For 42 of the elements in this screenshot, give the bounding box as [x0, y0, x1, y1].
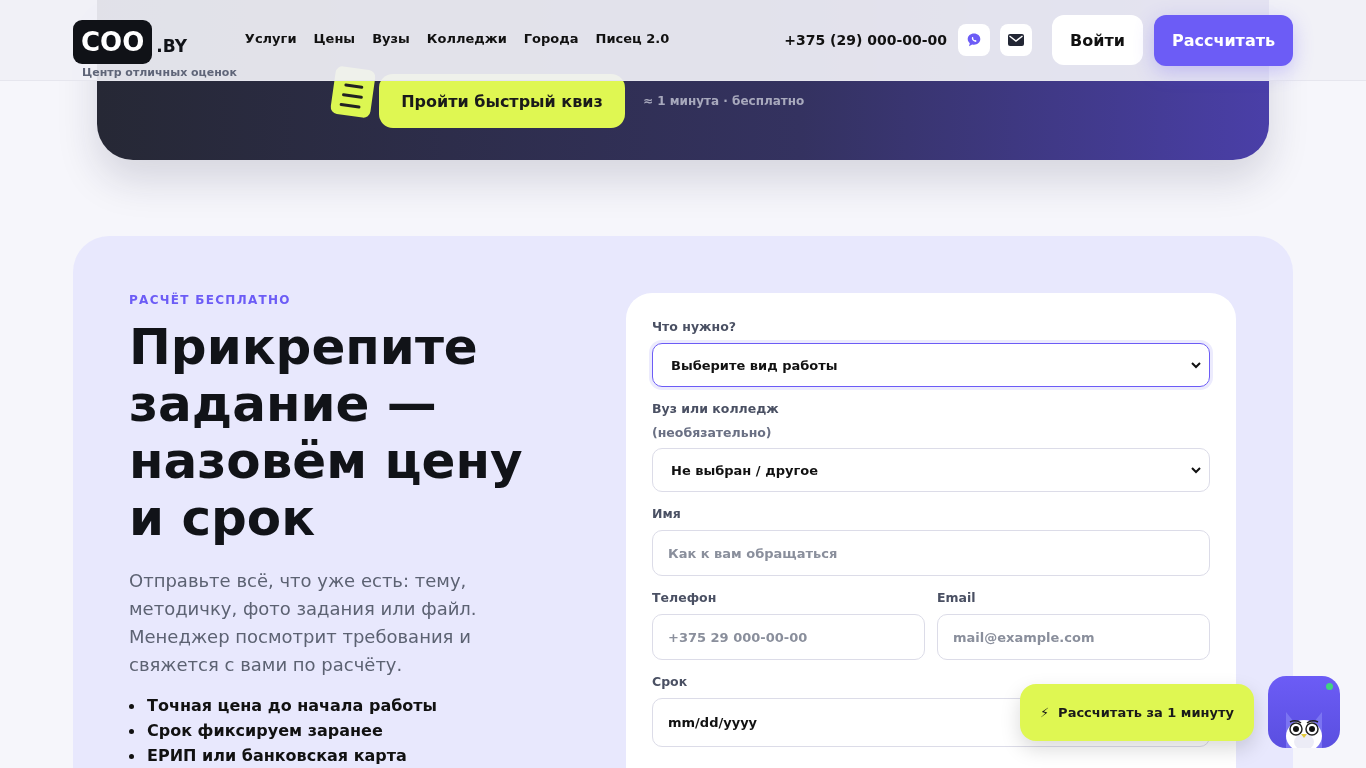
online-dot — [1326, 683, 1333, 690]
nav-link[interactable]: Писец 2.0 — [595, 30, 670, 46]
nav-link[interactable]: Вузы — [372, 30, 410, 46]
logo-tagline: Центр отличных оценок — [82, 65, 237, 79]
chat-bubble-icon — [966, 32, 982, 48]
logo-suffix: .BY — [156, 35, 188, 56]
envelope-icon — [1008, 34, 1024, 46]
field-label: Телефон — [652, 590, 717, 605]
calculate-button[interactable]: Рассчитать — [1154, 14, 1293, 66]
benefit-item: ЕРИП или банковская карта — [147, 745, 407, 767]
input-field[interactable]: Как к вам обращаться — [652, 530, 1210, 576]
field-label: Вуз или колледж — [652, 401, 779, 416]
chevron-down-icon — [1191, 466, 1201, 474]
field-label: Email — [937, 590, 976, 605]
section-title: Прикрепите задание — назовём цену и срок — [129, 319, 524, 547]
bullet-dot — [129, 703, 134, 709]
contact-button[interactable] — [1000, 24, 1032, 56]
logo-mark[interactable]: COO — [73, 19, 153, 64]
benefit-item: Точная цена до начала работы — [147, 695, 438, 717]
bullet-dot — [129, 753, 134, 759]
field-hint: (необязательно) — [652, 425, 772, 440]
chat-bot-button[interactable] — [1268, 676, 1340, 748]
field-label: Срок — [652, 674, 688, 689]
section-text: Отправьте всё, что уже есть: тему, методичку, фото задания или файл. Менеджер посмотрит требования и свяжется с вами по расчёту. — [129, 569, 478, 677]
quick-calc-toast[interactable]: ⚡ Рассчитать за 1 минуту — [1020, 684, 1254, 741]
field-label: Имя — [652, 506, 681, 521]
input-field[interactable]: mail@example.com — [937, 614, 1210, 660]
bullet-dot — [129, 728, 134, 734]
nav-link[interactable]: Цены — [313, 30, 356, 46]
select-field[interactable]: Выберите вид работы — [652, 343, 1210, 387]
input-field[interactable]: +375 29 000-00-00 — [652, 614, 925, 660]
nav-link[interactable]: Услуги — [244, 30, 297, 46]
login-button[interactable]: Войти — [1052, 15, 1143, 65]
nav-link[interactable]: Колледжи — [426, 30, 507, 46]
benefit-item: Срок фиксируем заранее — [147, 720, 383, 742]
phone-link[interactable]: +375 (29) 000-00-00 — [784, 32, 947, 48]
section-eyebrow: РАСЧЁТ БЕСПЛАТНО — [129, 293, 292, 307]
field-label: Что нужно? — [652, 319, 736, 334]
nav-link[interactable]: Города — [523, 30, 579, 46]
chevron-down-icon — [1191, 361, 1201, 369]
quiz-note: ≈ 1 минута · бесплатно — [643, 94, 805, 108]
select-field[interactable]: Не выбран / другое — [652, 448, 1210, 492]
